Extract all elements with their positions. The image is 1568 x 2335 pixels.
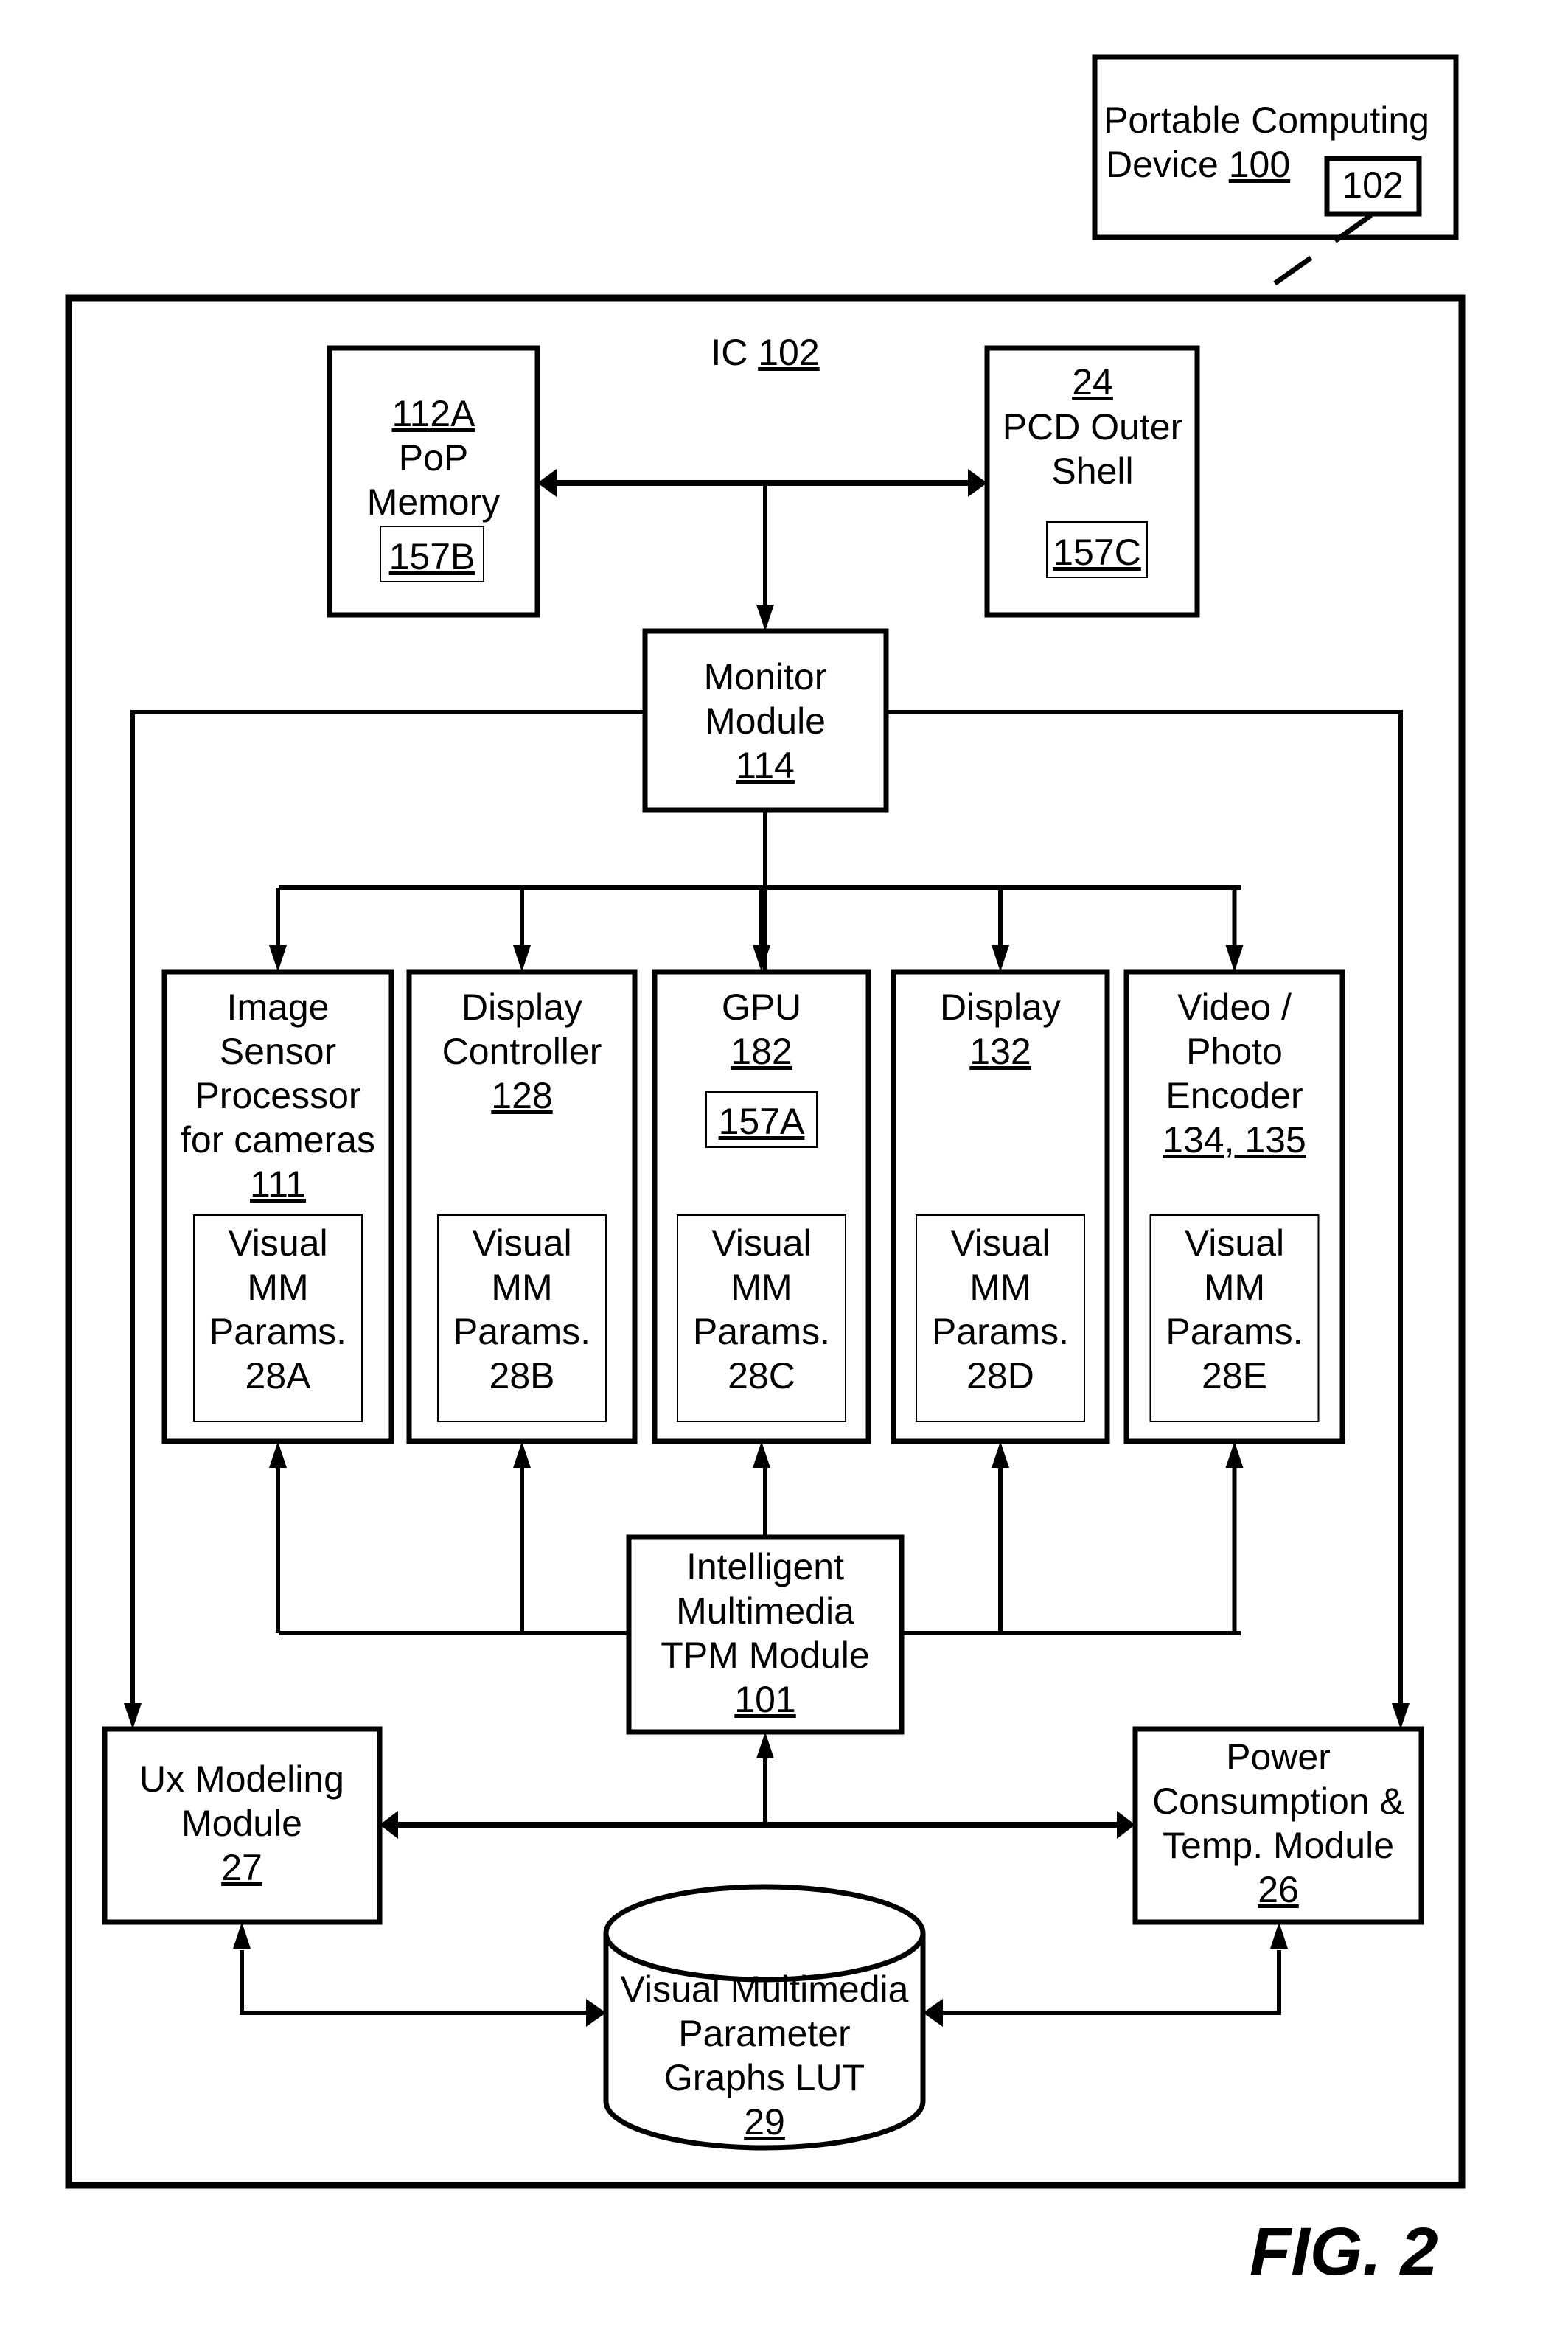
component-label: Photo	[1186, 1031, 1283, 1072]
ux-ref: 27	[221, 1847, 262, 1888]
component-label: Controller	[442, 1031, 602, 1072]
components-row: ImageSensorProcessorfor cameras111 Visual…	[161, 969, 1345, 1444]
component-ref: 132	[969, 1031, 1031, 1072]
outer-shell-label-1: PCD Outer	[1003, 406, 1183, 448]
visual-mm-params-label: Visual	[228, 1222, 327, 1264]
sensor-ref: 157A	[719, 1101, 805, 1142]
ux-label-1: Ux Modeling	[139, 1758, 344, 1800]
portable-computing-device: Portable Computing Device 100 102	[1092, 54, 1459, 240]
component-block: GPU182 157A VisualMMParams.28C	[652, 969, 871, 1444]
pcd-label-line1: Portable Computing	[1104, 100, 1429, 141]
component-label: Processor	[195, 1075, 360, 1116]
component-label: for cameras	[181, 1119, 375, 1160]
lut-label-2: Parameter	[678, 2013, 850, 2054]
visual-mm-params-label: MM	[731, 1267, 792, 1308]
ux-label-2: Module	[181, 1803, 302, 1844]
lut-cylinder-top	[603, 1884, 926, 1983]
visual-mm-params-label: Params.	[693, 1311, 830, 1352]
lut-label-3: Graphs LUT	[664, 2057, 865, 2098]
outer-shell-ref: 24	[1072, 361, 1113, 403]
pcd-inner-ref: 102	[1342, 164, 1403, 206]
monitor-label-1: Monitor	[704, 656, 827, 697]
component-ref: 128	[491, 1075, 552, 1116]
component-label: Sensor	[220, 1031, 336, 1072]
visual-mm-params-label: 28E	[1202, 1355, 1267, 1396]
power-label-3: Temp. Module	[1163, 1825, 1394, 1866]
block-diagram: Portable Computing Device 100 102 IC 102…	[65, 54, 1466, 2289]
tpm-label-1: Intelligent	[686, 1546, 844, 1587]
lut-ref: 29	[744, 2101, 785, 2143]
tpm-label-2: Multimedia	[676, 1590, 854, 1632]
power-consumption-block: Power Consumption & Temp. Module 26	[1132, 1726, 1424, 1925]
visual-mm-params-label: Params.	[1165, 1311, 1303, 1352]
visual-mm-params-label: Visual	[711, 1222, 811, 1264]
visual-mm-params-label: MM	[1204, 1267, 1265, 1308]
component-label: Display	[940, 986, 1061, 1028]
visual-mm-params-label: Params.	[453, 1311, 590, 1352]
lut-database: Visual Multimedia Parameter Graphs LUT 2…	[603, 1884, 926, 2151]
component-label: Video /	[1177, 986, 1292, 1028]
power-ref: 26	[1258, 1869, 1299, 1910]
component-ref: 182	[731, 1031, 792, 1072]
component-block: Display132 VisualMMParams.28D	[891, 969, 1110, 1444]
component-label: Display	[461, 986, 582, 1028]
visual-mm-params-label: Visual	[950, 1222, 1050, 1264]
visual-mm-params-label: 28B	[489, 1355, 555, 1396]
visual-mm-params-label: Params.	[932, 1311, 1069, 1352]
outer-shell-block: 24 PCD Outer Shell 157C	[984, 345, 1200, 618]
outer-shell-label-2: Shell	[1051, 450, 1133, 492]
tpm-ref: 101	[734, 1679, 795, 1720]
component-label: Image	[227, 986, 330, 1028]
pop-memory-ref: 112A	[391, 393, 475, 434]
pop-memory-block: 112A PoP Memory 157B	[327, 345, 540, 618]
sensor-157b: 157B	[389, 536, 475, 577]
visual-mm-params-label: MM	[491, 1267, 552, 1308]
monitor-label-2: Module	[705, 700, 826, 742]
visual-mm-params-label: 28D	[966, 1355, 1034, 1396]
visual-mm-params-label: 28A	[245, 1355, 312, 1396]
component-block: ImageSensorProcessorfor cameras111 Visual…	[161, 969, 394, 1444]
figure-label: FIG. 2	[1250, 2214, 1438, 2289]
component-ref: 134, 135	[1163, 1119, 1306, 1160]
component-label: Encoder	[1165, 1075, 1303, 1116]
component-label: GPU	[722, 986, 801, 1028]
visual-mm-params-label: MM	[247, 1267, 308, 1308]
component-block: Video /PhotoEncoder134, 135 VisualMMParam…	[1123, 969, 1345, 1444]
sensor-157c: 157C	[1053, 532, 1141, 573]
visual-mm-params-label: Visual	[472, 1222, 571, 1264]
power-label-2: Consumption &	[1152, 1781, 1404, 1822]
ux-modeling-block: Ux Modeling Module 27	[102, 1726, 383, 1925]
tpm-module-block: Intelligent Multimedia TPM Module 101	[626, 1534, 905, 1735]
pop-memory-label-1: PoP	[399, 437, 469, 479]
visual-mm-params-label: MM	[969, 1267, 1031, 1308]
visual-mm-params-label: 28C	[728, 1355, 795, 1396]
ic-label: IC 102	[711, 332, 819, 373]
power-label-1: Power	[1226, 1736, 1331, 1778]
lut-label-1: Visual Multimedia	[621, 1969, 909, 2010]
pop-memory-label-2: Memory	[367, 481, 501, 523]
component-ref: 111	[250, 1163, 306, 1205]
visual-mm-params-label: Params.	[209, 1311, 346, 1352]
monitor-module-block: Monitor Module 114	[642, 628, 889, 813]
pcd-label-line2: Device 100	[1106, 144, 1290, 185]
visual-mm-params-label: Visual	[1185, 1222, 1284, 1264]
component-block: DisplayController128 VisualMMParams.28B	[406, 969, 638, 1444]
monitor-ref: 114	[736, 745, 795, 786]
tpm-label-3: TPM Module	[661, 1635, 869, 1676]
